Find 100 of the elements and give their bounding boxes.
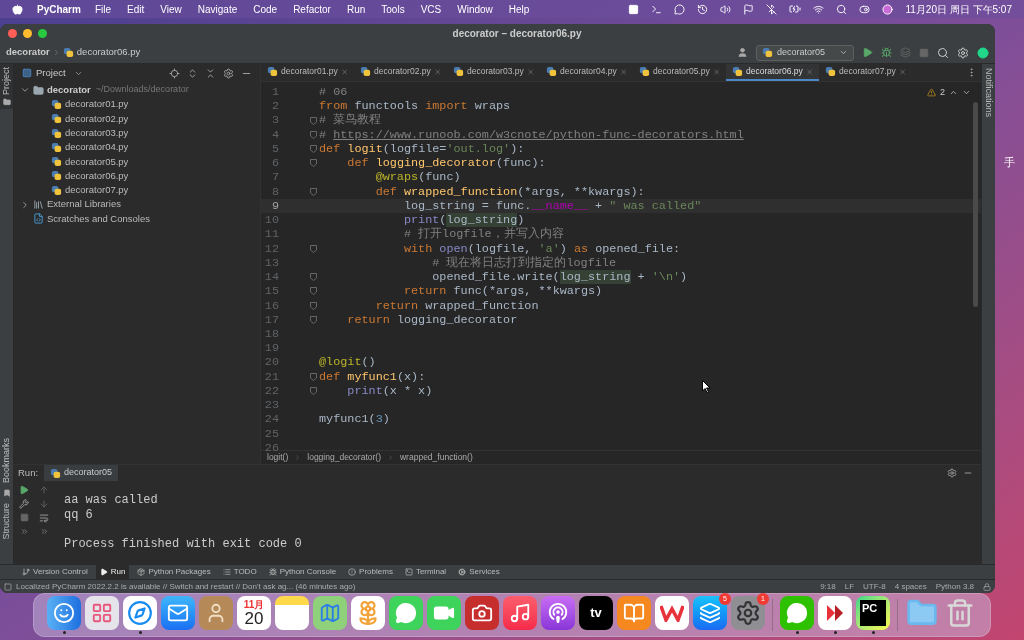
close-button[interactable] (8, 28, 17, 38)
menu-item[interactable]: Navigate (197, 1, 238, 17)
settings-icon[interactable] (947, 468, 957, 478)
toggle-icon[interactable] (859, 3, 871, 15)
close-icon[interactable] (526, 67, 534, 76)
layout-icon[interactable] (4, 582, 12, 591)
circle-icon[interactable] (882, 3, 894, 15)
clock[interactable]: 11月20日 周日 下午5:07 (905, 1, 1012, 17)
close-icon[interactable] (340, 67, 348, 76)
map-icon[interactable] (313, 596, 347, 630)
close-icon[interactable] (898, 67, 906, 76)
tree-item[interactable]: decorator (47, 83, 91, 98)
pycharm-icon[interactable]: PC (856, 596, 890, 630)
menu-item[interactable]: Code (253, 1, 278, 17)
editor-tab[interactable]: decorator06.py (726, 64, 819, 81)
parallels-icon[interactable] (818, 596, 852, 630)
tree-item[interactable]: Scratches and Consoles (47, 211, 150, 226)
tool-window-button[interactable]: Problems (344, 565, 397, 579)
fold-marker-icon[interactable] (310, 244, 317, 253)
podcast-icon[interactable] (541, 596, 575, 630)
notes-icon[interactable] (275, 596, 309, 630)
breadcrumb-item[interactable]: decorator06.py (76, 45, 141, 60)
coverage-icon[interactable] (900, 47, 911, 58)
wrap-icon[interactable] (39, 513, 49, 523)
bluetooth-icon[interactable] (766, 3, 778, 15)
bug-icon[interactable] (881, 47, 892, 58)
close-icon[interactable] (619, 67, 627, 76)
status-item[interactable]: UTF-8 (863, 580, 886, 593)
chat-icon[interactable] (674, 3, 686, 15)
scrollbar[interactable] (973, 102, 978, 307)
search-icon[interactable] (836, 3, 848, 15)
breadcrumb-item[interactable]: decorator (6, 45, 50, 60)
tool-window-button[interactable]: Run (95, 565, 130, 579)
menu-item[interactable]: Edit (127, 1, 145, 17)
tree-item[interactable]: decorator04.py (65, 140, 129, 155)
fold-marker-icon[interactable] (310, 145, 317, 154)
expand-all-icon[interactable] (187, 67, 198, 79)
fold-marker-icon[interactable] (310, 315, 317, 324)
status-message[interactable]: Localized PyCharm 2022.2.2 is available // Switch and restart // Don't ask ag... (46 minutes ago) (16, 580, 356, 593)
settings-icon[interactable] (957, 46, 969, 59)
tree-item[interactable]: decorator07.py (65, 183, 129, 198)
fold-marker-icon[interactable] (310, 301, 317, 310)
close-icon[interactable] (805, 67, 813, 76)
fold-marker-icon[interactable] (310, 287, 317, 296)
wifi-icon[interactable] (813, 3, 825, 15)
menu-item[interactable]: VCS (420, 1, 442, 17)
close-icon[interactable] (433, 67, 441, 76)
up-arrow-icon[interactable] (39, 485, 49, 495)
fold-marker-icon[interactable] (310, 187, 317, 196)
search-icon[interactable] (937, 46, 949, 59)
user-icon[interactable] (736, 47, 748, 58)
zoom-button[interactable] (38, 28, 47, 38)
status-item[interactable]: 4 spaces (894, 580, 927, 593)
settings-icon[interactable] (223, 67, 234, 79)
run-icon[interactable] (862, 47, 873, 58)
fold-marker-icon[interactable] (310, 387, 317, 396)
contacts-icon[interactable] (199, 596, 233, 630)
tv-icon[interactable]: tv (579, 596, 613, 630)
chat-bubble-icon[interactable] (389, 596, 423, 630)
tree-item[interactable]: External Libraries (47, 197, 121, 212)
editor-tab[interactable]: decorator04.py (540, 64, 633, 81)
status-item[interactable]: LF (844, 580, 855, 593)
finder-icon[interactable] (47, 596, 81, 630)
book-icon[interactable] (617, 596, 651, 630)
menu-item[interactable]: View (160, 1, 182, 17)
fold-marker-icon[interactable] (310, 372, 317, 381)
rerun-icon[interactable] (19, 485, 29, 495)
status-item[interactable]: 9:18 (820, 580, 836, 593)
menu-item[interactable]: Window (457, 1, 493, 17)
editor-tab[interactable]: decorator05.py (633, 64, 726, 81)
tree-item[interactable]: decorator02.py (65, 111, 129, 126)
down-arrow-icon[interactable] (39, 499, 49, 509)
fold-marker-icon[interactable] (310, 116, 317, 125)
minimize-button[interactable] (23, 28, 32, 38)
launchpad-icon[interactable] (85, 596, 119, 630)
menu-item[interactable]: Run (346, 1, 366, 17)
music-note-icon[interactable] (503, 596, 537, 630)
menu-item[interactable]: File (94, 1, 112, 17)
editor-tab[interactable]: decorator07.py (819, 64, 912, 81)
compass-icon[interactable] (123, 596, 157, 630)
locate-icon[interactable] (169, 67, 180, 79)
status-item[interactable]: Python 3.8 (935, 580, 974, 593)
fold-marker-icon[interactable] (310, 159, 317, 168)
menu-item[interactable]: Tools (381, 1, 405, 17)
more-icon[interactable] (19, 527, 29, 536)
fold-marker-icon[interactable] (310, 130, 317, 139)
tool-window-button[interactable]: Version Control (18, 565, 92, 579)
more-icon[interactable] (39, 527, 49, 536)
tool-window-button[interactable]: Services (454, 565, 504, 579)
history-icon[interactable] (697, 3, 709, 15)
side-tab[interactable]: Structure (0, 503, 14, 540)
tree-item[interactable]: decorator05.py (65, 154, 129, 169)
terminal-icon[interactable] (651, 3, 663, 15)
apple-icon[interactable] (12, 3, 23, 15)
calendar-icon[interactable]: 11月 20 (237, 596, 271, 630)
editor-tab[interactable]: decorator02.py (354, 64, 447, 81)
wrench-icon[interactable] (19, 499, 29, 509)
flag-icon[interactable] (743, 3, 755, 15)
tree-item[interactable]: decorator03.py (65, 125, 129, 141)
side-tab[interactable]: Bookmarks (0, 438, 14, 484)
